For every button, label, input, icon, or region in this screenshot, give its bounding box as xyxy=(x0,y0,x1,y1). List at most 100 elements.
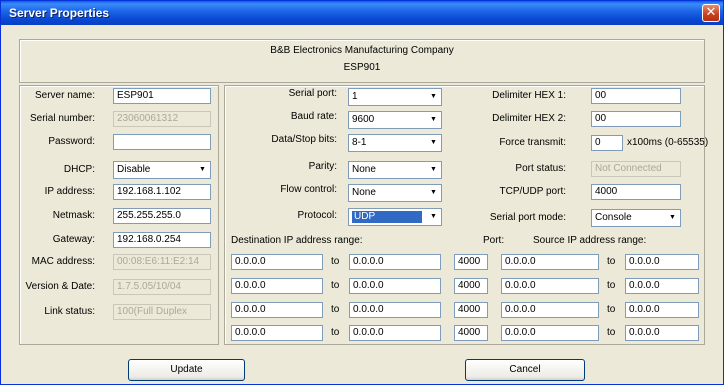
baud-rate-select[interactable]: 9600 ▼ xyxy=(348,111,442,129)
dest-from-input[interactable]: 0.0.0.0 xyxy=(231,302,323,318)
close-button[interactable]: ✕ xyxy=(702,4,720,22)
flow-control-value: None xyxy=(352,187,376,198)
src-from-input[interactable]: 0.0.0.0 xyxy=(501,325,599,341)
dest-from-input[interactable]: 0.0.0.0 xyxy=(231,278,323,294)
serial-port-mode-label: Serial port mode: xyxy=(489,212,566,223)
update-button[interactable]: Update xyxy=(128,359,245,381)
chevron-down-icon[interactable]: ▼ xyxy=(196,163,209,177)
src-to-input[interactable]: 0.0.0.0 xyxy=(625,278,699,294)
port-status-label: Port status: xyxy=(515,163,566,174)
delimiter-hex2-input[interactable]: 00 xyxy=(591,111,681,127)
port-header: Port: xyxy=(483,235,505,246)
serial-port-value: 1 xyxy=(352,91,358,102)
port-input[interactable]: 4000 xyxy=(454,278,488,294)
protocol-label: Protocol: xyxy=(297,210,337,221)
tcp-udp-port-input[interactable]: 4000 xyxy=(591,184,681,200)
delimiter-hex1-input[interactable]: 00 xyxy=(591,88,681,104)
server-name-input[interactable]: ESP901 xyxy=(113,88,211,104)
protocol-value: UDP xyxy=(352,211,422,223)
port-status-field: Not Connected xyxy=(591,161,681,177)
company-name: B&B Electronics Manufacturing Company xyxy=(270,45,454,56)
dest-to-input[interactable]: 0.0.0.0 xyxy=(349,254,441,270)
ip-address-input[interactable]: 192.168.1.102 xyxy=(113,184,211,200)
src-to-input[interactable]: 0.0.0.0 xyxy=(625,325,699,341)
dest-from-input[interactable]: 0.0.0.0 xyxy=(231,325,323,341)
data-stop-bits-select[interactable]: 8-1 ▼ xyxy=(348,134,442,152)
link-status-label: Link status: xyxy=(44,306,95,317)
serial-port-mode-select[interactable]: Console ▼ xyxy=(591,209,681,227)
to-label: to xyxy=(607,256,616,267)
dest-to-input[interactable]: 0.0.0.0 xyxy=(349,302,441,318)
src-from-input[interactable]: 0.0.0.0 xyxy=(501,254,599,270)
serial-port-label: Serial port: xyxy=(288,88,337,99)
source-range-header: Source IP address range: xyxy=(533,235,647,246)
dhcp-select[interactable]: Disable ▼ xyxy=(113,161,211,179)
data-stop-bits-value: 8-1 xyxy=(352,137,367,148)
window-title: Server Properties xyxy=(9,6,110,20)
to-label: to xyxy=(331,280,340,291)
serial-number-field: 23060061312 xyxy=(113,111,211,127)
port-input[interactable]: 4000 xyxy=(454,254,488,270)
password-input[interactable] xyxy=(113,134,211,150)
ip-address-label: IP address: xyxy=(44,186,95,197)
password-label: Password: xyxy=(48,136,95,147)
version-date-field: 1.7.5.05/10/04 xyxy=(113,279,211,295)
chevron-down-icon[interactable]: ▼ xyxy=(427,210,440,224)
parity-label: Parity: xyxy=(308,161,337,172)
baud-rate-value: 9600 xyxy=(352,114,375,125)
src-from-input[interactable]: 0.0.0.0 xyxy=(501,302,599,318)
src-to-input[interactable]: 0.0.0.0 xyxy=(625,302,699,318)
protocol-select[interactable]: UDP ▼ xyxy=(348,208,442,226)
dest-from-input[interactable]: 0.0.0.0 xyxy=(231,254,323,270)
tcp-udp-port-label: TCP/UDP port: xyxy=(499,186,567,197)
mac-address-field: 00:08:E6:11:E2:14 xyxy=(113,254,211,270)
netmask-label: Netmask: xyxy=(52,210,95,221)
chevron-down-icon[interactable]: ▼ xyxy=(427,136,440,150)
chevron-down-icon[interactable]: ▼ xyxy=(666,211,679,225)
serial-port-select[interactable]: 1 ▼ xyxy=(348,88,442,106)
dest-to-input[interactable]: 0.0.0.0 xyxy=(349,325,441,341)
serial-number-label: Serial number: xyxy=(29,113,95,124)
server-name-label: Server name: xyxy=(34,90,95,101)
device-model: ESP901 xyxy=(343,62,381,73)
chevron-down-icon[interactable]: ▼ xyxy=(427,163,440,177)
delimiter-hex1-label: Delimiter HEX 1: xyxy=(492,90,566,101)
to-label: to xyxy=(607,327,616,338)
flow-control-select[interactable]: None ▼ xyxy=(348,184,442,202)
dest-to-input[interactable]: 0.0.0.0 xyxy=(349,278,441,294)
version-date-label: Version & Date: xyxy=(25,281,95,292)
title-bar[interactable]: Server Properties ✕ xyxy=(1,1,723,25)
chevron-down-icon[interactable]: ▼ xyxy=(427,113,440,127)
dhcp-value: Disable xyxy=(117,164,151,175)
gateway-label: Gateway: xyxy=(52,234,95,245)
cancel-button[interactable]: Cancel xyxy=(465,359,585,381)
serial-port-mode-value: Console xyxy=(595,212,632,223)
mac-address-label: MAC address: xyxy=(31,256,95,267)
netmask-input[interactable]: 255.255.255.0 xyxy=(113,208,211,224)
parity-select[interactable]: None ▼ xyxy=(348,161,442,179)
link-status-field: 100(Full Duplex xyxy=(113,304,211,320)
delimiter-hex2-label: Delimiter HEX 2: xyxy=(492,113,566,124)
chevron-down-icon[interactable]: ▼ xyxy=(427,186,440,200)
parity-value: None xyxy=(352,164,376,175)
chevron-down-icon[interactable]: ▼ xyxy=(427,90,440,104)
force-transmit-unit: x100ms (0-65535) xyxy=(627,137,709,148)
device-header: B&B Electronics Manufacturing Company ES… xyxy=(19,39,705,83)
to-label: to xyxy=(607,304,616,315)
to-label: to xyxy=(331,256,340,267)
port-input[interactable]: 4000 xyxy=(454,325,488,341)
destination-range-header: Destination IP address range: xyxy=(231,235,363,246)
to-label: to xyxy=(607,280,616,291)
src-from-input[interactable]: 0.0.0.0 xyxy=(501,278,599,294)
force-transmit-input[interactable]: 0 xyxy=(591,135,623,151)
src-to-input[interactable]: 0.0.0.0 xyxy=(625,254,699,270)
port-input[interactable]: 4000 xyxy=(454,302,488,318)
baud-rate-label: Baud rate: xyxy=(290,111,337,122)
flow-control-label: Flow control: xyxy=(280,184,337,195)
data-stop-bits-label: Data/Stop bits: xyxy=(271,134,337,145)
close-icon: ✕ xyxy=(705,5,717,20)
to-label: to xyxy=(331,304,340,315)
gateway-input[interactable]: 192.168.0.254 xyxy=(113,232,211,248)
dhcp-label: DHCP: xyxy=(63,164,95,175)
to-label: to xyxy=(331,327,340,338)
